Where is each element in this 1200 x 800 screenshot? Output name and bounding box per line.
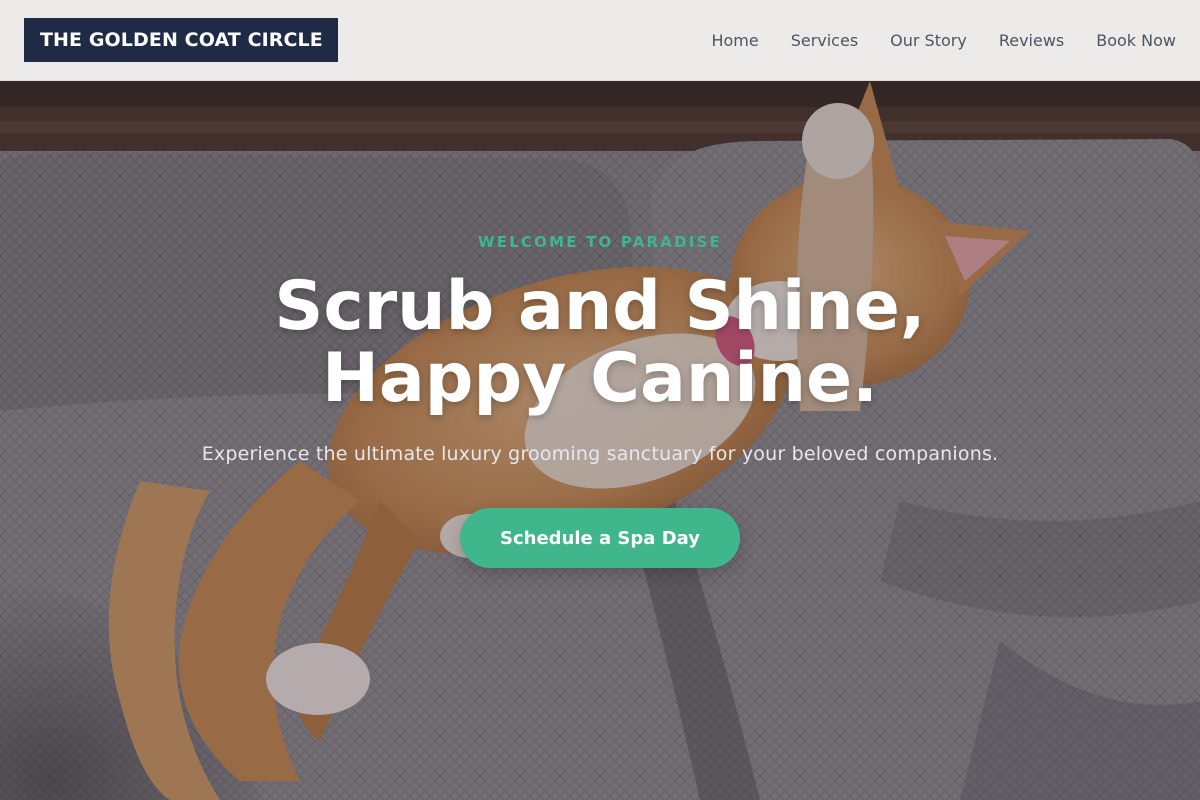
main-nav: Home Services Our Story Reviews Book Now xyxy=(711,31,1176,50)
nav-link-our-story[interactable]: Our Story xyxy=(890,31,967,50)
hero-eyebrow: WELCOME TO PARADISE xyxy=(478,233,722,251)
landing-page: THE GOLDEN COAT CIRCLE Home Services Our… xyxy=(0,0,1200,800)
hero-section: WELCOME TO PARADISE Scrub and Shine, Hap… xyxy=(0,81,1200,800)
nav-link-home[interactable]: Home xyxy=(711,31,758,50)
site-header: THE GOLDEN COAT CIRCLE Home Services Our… xyxy=(0,0,1200,81)
hero-headline-line-1: Scrub and Shine, xyxy=(274,267,926,346)
hero-headline: Scrub and Shine, Happy Canine. xyxy=(0,271,1200,415)
hero-headline-line-2: Happy Canine. xyxy=(321,339,879,418)
logo-text: THE GOLDEN COAT CIRCLE xyxy=(40,29,323,51)
nav-link-reviews[interactable]: Reviews xyxy=(999,31,1064,50)
nav-link-book-now[interactable]: Book Now xyxy=(1096,31,1176,50)
site-logo[interactable]: THE GOLDEN COAT CIRCLE xyxy=(24,18,338,62)
nav-link-services[interactable]: Services xyxy=(791,31,858,50)
schedule-spa-day-button[interactable]: Schedule a Spa Day xyxy=(460,508,740,568)
hero-content: WELCOME TO PARADISE Scrub and Shine, Hap… xyxy=(0,81,1200,800)
hero-subtext: Experience the ultimate luxury grooming … xyxy=(201,443,999,465)
